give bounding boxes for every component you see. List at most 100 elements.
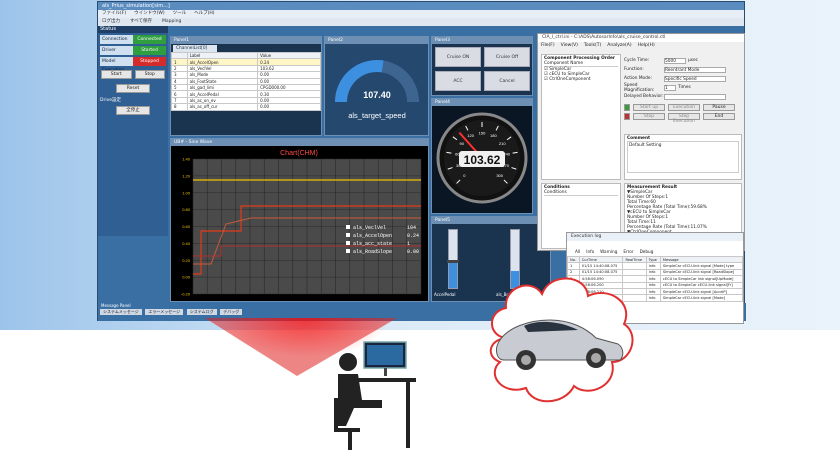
status-label: Model Execution (100, 57, 133, 73)
dial-tick-label: 210 (499, 141, 506, 146)
acc-button[interactable]: ACC (435, 71, 481, 91)
panel3-cruise: Panel3 Cruise ON Cruise Off ACC Cancel (431, 36, 533, 96)
toolbar-mapping[interactable]: Mapping (162, 18, 181, 26)
wizard-menu-help[interactable]: Help(H) (638, 42, 655, 50)
field-row: Cycle Time: 5000 μsec (624, 56, 742, 65)
filter-debug[interactable]: Debug (640, 249, 654, 254)
dial-tick-label: 300 (496, 173, 503, 178)
wizard-menu-tools[interactable]: Tools(T) (584, 42, 601, 50)
stop-button[interactable]: Stop (134, 70, 165, 79)
status-row-driver: Driver Started (100, 46, 166, 55)
comment-section: Comment Default Setting (624, 134, 742, 180)
gauge-value: 107.40 (363, 90, 391, 100)
legend-name: als_acc_state (353, 241, 392, 247)
chart-svg: Chart(CHM) 1.40 1.20 1.00 0.80 0.60 0.40 0.20 0… (171, 146, 428, 301)
speed-magnification-input[interactable]: 1 (664, 84, 676, 91)
tab-system-log[interactable]: システムログ (186, 309, 217, 315)
y-tick-label: 0.60 (182, 224, 191, 229)
stop-icon[interactable] (624, 113, 630, 120)
y-tick-label: -0.20 (181, 292, 191, 297)
conditions-col: Conditions (544, 190, 618, 196)
action-mode-select[interactable]: Specific Speed (664, 75, 726, 82)
speedometer-dial: 0306090120150180210240270300 103.62 (432, 106, 532, 213)
y-tick-label: 0.40 (182, 241, 191, 246)
stop-button[interactable]: Stop (633, 113, 665, 120)
menu-help[interactable]: ヘルプ(H) (194, 10, 214, 18)
function-select[interactable]: Reentrant Mode (664, 66, 726, 73)
dial-tick-label: 180 (490, 133, 497, 138)
legend-check[interactable] (346, 249, 350, 253)
reset-button[interactable]: Reset (116, 84, 150, 93)
execution-button[interactable]: Execution (668, 104, 700, 111)
menu-tool[interactable]: ツール (173, 10, 187, 18)
monitor-screen (367, 345, 403, 365)
legend-name: als_RoadSlope (353, 249, 392, 255)
pause-button[interactable]: Pause (703, 104, 735, 111)
y-tick-label: 0.20 (182, 258, 191, 263)
accel-bar-track (447, 229, 459, 289)
filter-error[interactable]: Error (623, 249, 633, 254)
legend-check[interactable] (346, 225, 350, 229)
field-unit: μsec (688, 58, 698, 63)
field-label: Delayed Behavior: (624, 94, 664, 99)
menu-file[interactable]: ファイル(F) (102, 10, 126, 18)
field-label: Function: (624, 67, 644, 72)
accel-bar-handle[interactable] (447, 260, 459, 263)
dial-tick-label: 150 (479, 131, 486, 136)
status-label: Connection (100, 35, 133, 44)
play-icon[interactable] (624, 104, 630, 111)
legend-value: 104 (407, 225, 416, 231)
execution-control-window: CIA_I_ctrl.ini - C:\ADS\AutosarInfo\als_… (537, 33, 745, 251)
dial-tick-label: 90 (460, 141, 465, 146)
menu-window[interactable]: ウインドウ(W) (134, 10, 164, 18)
accel-bar-label: AccelPedal (434, 292, 456, 297)
desk-icon (358, 378, 416, 382)
filter-warning[interactable]: Warning (600, 249, 617, 254)
channel-list-tab[interactable]: ChannelList[0] (173, 45, 217, 52)
cancel-button[interactable]: Cancel (484, 71, 530, 91)
filter-info[interactable]: Info (586, 249, 594, 254)
channel-table: Label Value 1 als_AccelOpen 0.24 2 als_Vecl… (171, 51, 321, 111)
start-button[interactable]: Start (101, 70, 132, 79)
legend-check[interactable] (346, 233, 350, 237)
comment-textarea[interactable]: Default Setting (627, 141, 739, 173)
list-item[interactable]: ☑ CtrlOneComponent (544, 77, 618, 82)
all-stop-button[interactable]: 全停止 (116, 106, 150, 115)
status-row-model: Model Execution Stopped (100, 57, 166, 73)
person-head-icon (339, 353, 357, 371)
cruise-on-button[interactable]: Cruise ON (435, 47, 481, 67)
app-title: als_Prius_simulation[sim...] (102, 3, 170, 9)
panel3-title: Panel3 (432, 37, 532, 44)
cycle-time-input[interactable]: 5000 (664, 57, 686, 64)
filter-all[interactable]: All (575, 249, 580, 254)
end-button[interactable]: End (703, 113, 735, 120)
field-label: Action Mode: (624, 76, 652, 81)
legend-value: 1 (407, 241, 410, 247)
tab-debug[interactable]: デバッグ (220, 309, 243, 315)
log-message: SimpleCar cECU-link signal [Mode] (659, 294, 743, 302)
y-tick-label: 1.20 (182, 173, 191, 178)
monitor-stand (384, 368, 387, 376)
legend-value: 0.00 (407, 249, 419, 255)
tab-system-message[interactable]: システムメッセージ (100, 309, 142, 315)
gauge-label: als_target_speed (348, 111, 406, 120)
app-title-bar: als_Prius_simulation[sim...] (98, 2, 744, 10)
dial-tick-label: 120 (467, 133, 474, 138)
chart-panel: UB# - Sine Wave Chart(CHM) 1.40 1.20 1.00 0… (170, 138, 429, 302)
legend-check[interactable] (346, 241, 350, 245)
toolbar-log-output[interactable]: ログ出力 (102, 18, 120, 26)
y-tick-label: 1.40 (182, 157, 191, 162)
wizard-menu-file[interactable]: File(F) (541, 42, 555, 50)
cruise-off-button[interactable]: Cruise Off (484, 47, 530, 67)
tab-error-message[interactable]: エラーメッセージ (145, 309, 184, 315)
chart-title: Chart(CHM) (280, 150, 318, 157)
delayed-behavior-select[interactable] (664, 93, 726, 100)
wizard-menu-view[interactable]: View(V) (561, 42, 578, 50)
toolbar-save-all[interactable]: すべて保存 (130, 18, 152, 26)
step-execution-button[interactable]: Step Execution (668, 113, 700, 124)
panel1-title: Panel1 (171, 37, 321, 44)
table-row[interactable]: 8 als_ac_off_cur 0.00 (171, 103, 321, 111)
startup-button[interactable]: Start up (633, 104, 665, 111)
y-tick-label: 0.00 (182, 275, 191, 280)
wizard-menu-analyze[interactable]: Analyze(A) (607, 42, 631, 50)
